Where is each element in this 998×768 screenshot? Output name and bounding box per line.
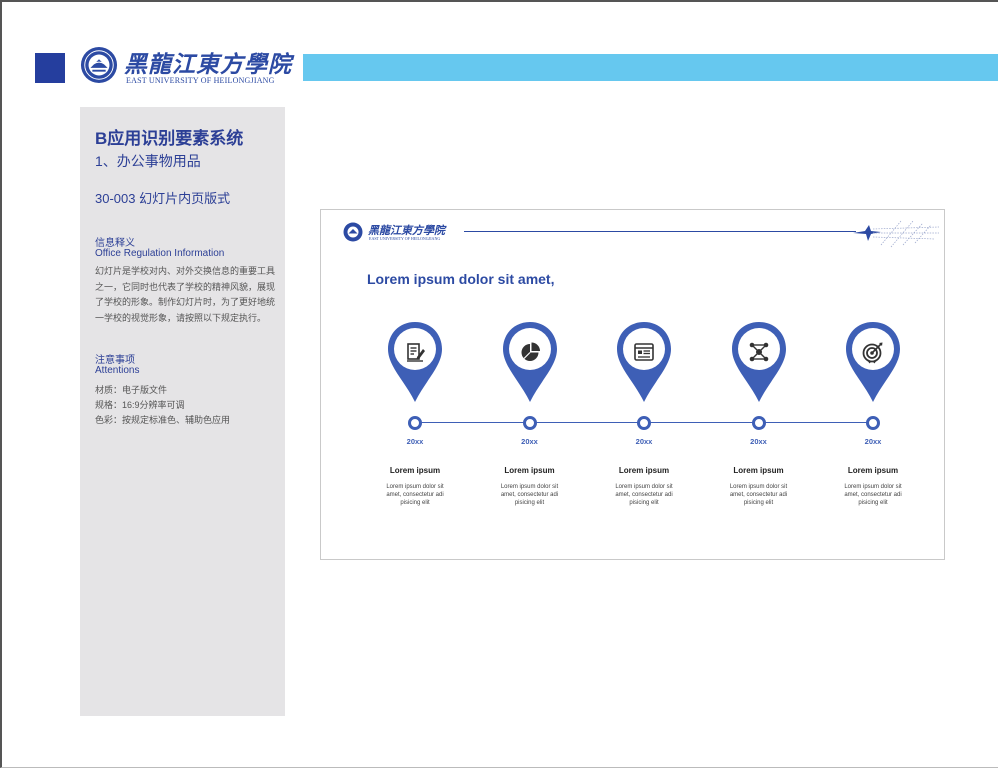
slide-header-rule <box>464 231 856 232</box>
step-description: Lorem ipsum dolor sit amet, consectetur … <box>500 484 559 506</box>
note-color: 色彩：按规定标准色、辅助色应用 <box>95 415 231 425</box>
pie-chart-icon <box>521 342 540 361</box>
section-title: B应用识别要素系统 <box>95 129 244 148</box>
timeline-step: 20xx Lorem ipsum Lorem ipsum dolor sit ame… <box>719 320 799 506</box>
step-year: 20xx <box>521 437 538 446</box>
slide-logo-english-name: EAST UNIVERSITY OF HEILONGJIANG <box>369 236 441 241</box>
step-year: 20xx <box>406 437 424 446</box>
step-title: Lorem ipsum <box>618 466 670 475</box>
slide-seal-icon <box>343 222 363 242</box>
info-heading-en: Office Regulation Information <box>95 248 225 259</box>
target-icon <box>862 342 883 364</box>
header-accent-band <box>303 54 998 81</box>
timeline-dot <box>637 416 651 430</box>
slide-preview: 黑龍江東方學院 EAST UNIVERSITY OF HEILONGJIANG … <box>320 209 945 560</box>
notes-heading-en: Attentions <box>95 365 140 376</box>
timeline-step: 20xx Lorem ipsum Lorem ipsum dolor sit ame… <box>604 320 684 506</box>
step-title: Lorem ipsum <box>389 466 441 475</box>
note-spec: 规格：16:9分辨率可调 <box>95 400 185 410</box>
note-material: 材质：电子版文件 <box>95 385 168 395</box>
logo-english-name: EAST UNIVERSITY OF HEILONGJIANG <box>126 76 275 85</box>
university-seal-icon <box>80 46 118 84</box>
info-body: 幻灯片是学校对内、对外交换信息的重要工具之一，它同时也代表了学校的精神风貌，展现… <box>95 266 276 323</box>
step-year: 20xx <box>635 437 653 446</box>
step-title: Lorem ipsum <box>847 466 899 475</box>
timeline-dot <box>866 416 880 430</box>
timeline-dot <box>408 416 422 430</box>
timeline-step: 20xx Lorem ipsum Lorem ipsum dolor sit ame… <box>833 320 913 506</box>
browser-window-icon <box>634 343 654 361</box>
item-code: 30-003 幻灯片内页版式 <box>95 191 231 206</box>
step-title: Lorem ipsum <box>733 466 784 475</box>
corner-square <box>35 53 65 83</box>
step-description: Lorem ipsum dolor sit amet, consectetur … <box>386 484 444 506</box>
slide-heading: Lorem ipsum dolor sit amet, <box>367 271 555 287</box>
step-year: 20xx <box>750 437 767 446</box>
logo-chinese-name: 黑龍江東方學院 <box>124 51 292 78</box>
notes-heading-cn: 注意事项 <box>95 355 135 366</box>
step-description: Lorem ipsum dolor sit amet, consectetur … <box>844 484 902 506</box>
section-subtitle: 1、办公事物用品 <box>95 153 201 169</box>
timeline-dot <box>751 416 766 430</box>
step-title: Lorem ipsum <box>504 466 555 475</box>
step-year: 20xx <box>864 437 882 446</box>
timeline-step: 20xx Lorem ipsum Lorem ipsum dolor sit ame… <box>375 320 455 506</box>
timeline-dot <box>522 416 537 430</box>
star-streak-decoration-icon <box>853 220 940 248</box>
document-edit-icon <box>407 343 425 362</box>
info-side-panel: B应用识别要素系统 1、办公事物用品 30-003 幻灯片内页版式 信息释义 O… <box>80 107 285 716</box>
network-icon <box>749 342 768 362</box>
info-heading-cn: 信息释义 <box>95 238 135 249</box>
step-description: Lorem ipsum dolor sit amet, consectetur … <box>729 484 788 506</box>
timeline-step: 20xx Lorem ipsum Lorem ipsum dolor sit ame… <box>490 320 570 506</box>
step-description: Lorem ipsum dolor sit amet, consectetur … <box>615 484 673 506</box>
